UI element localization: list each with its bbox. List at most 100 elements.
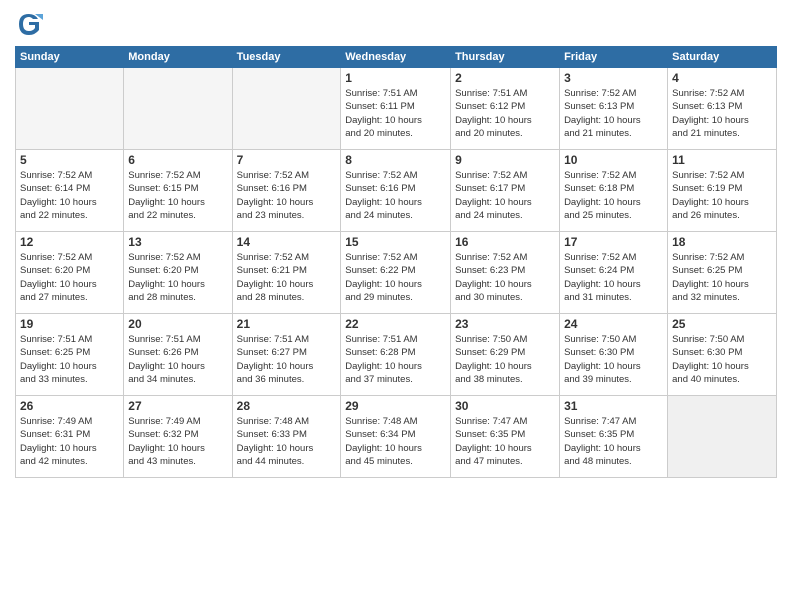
week-row-2: 5 Sunrise: 7:52 AM Sunset: 6:14 PM Daylig… xyxy=(16,150,777,232)
day-cell: 17 Sunrise: 7:52 AM Sunset: 6:24 PM Dayli… xyxy=(560,232,668,314)
day-number: 29 xyxy=(345,399,446,413)
day-info: Sunrise: 7:52 AM Sunset: 6:17 PM Dayligh… xyxy=(455,169,555,222)
day-info: Sunrise: 7:48 AM Sunset: 6:33 PM Dayligh… xyxy=(237,415,337,468)
page: SundayMondayTuesdayWednesdayThursdayFrid… xyxy=(0,0,792,612)
day-info: Sunrise: 7:52 AM Sunset: 6:16 PM Dayligh… xyxy=(345,169,446,222)
day-number: 31 xyxy=(564,399,663,413)
day-info: Sunrise: 7:51 AM Sunset: 6:11 PM Dayligh… xyxy=(345,87,446,140)
day-number: 8 xyxy=(345,153,446,167)
day-info: Sunrise: 7:51 AM Sunset: 6:28 PM Dayligh… xyxy=(345,333,446,386)
day-info: Sunrise: 7:52 AM Sunset: 6:25 PM Dayligh… xyxy=(672,251,772,304)
day-info: Sunrise: 7:52 AM Sunset: 6:20 PM Dayligh… xyxy=(20,251,119,304)
day-cell: 13 Sunrise: 7:52 AM Sunset: 6:20 PM Dayli… xyxy=(124,232,232,314)
day-number: 30 xyxy=(455,399,555,413)
weekday-header-row: SundayMondayTuesdayWednesdayThursdayFrid… xyxy=(16,47,777,68)
day-cell: 19 Sunrise: 7:51 AM Sunset: 6:25 PM Dayli… xyxy=(16,314,124,396)
day-info: Sunrise: 7:51 AM Sunset: 6:25 PM Dayligh… xyxy=(20,333,119,386)
day-number: 10 xyxy=(564,153,663,167)
weekday-header-wednesday: Wednesday xyxy=(341,47,451,68)
calendar: SundayMondayTuesdayWednesdayThursdayFrid… xyxy=(15,46,777,478)
day-cell: 4 Sunrise: 7:52 AM Sunset: 6:13 PM Daylig… xyxy=(668,68,777,150)
day-cell: 16Sunrise: 7:52 AM Sunset: 6:23 PM Dayli… xyxy=(451,232,560,314)
day-cell: 14 Sunrise: 7:52 AM Sunset: 6:21 PM Dayli… xyxy=(232,232,341,314)
weekday-header-thursday: Thursday xyxy=(451,47,560,68)
day-number: 20 xyxy=(128,317,227,331)
day-cell: 11Sunrise: 7:52 AM Sunset: 6:19 PM Dayli… xyxy=(668,150,777,232)
day-info: Sunrise: 7:50 AM Sunset: 6:30 PM Dayligh… xyxy=(564,333,663,386)
header xyxy=(15,10,777,38)
day-cell: 22 Sunrise: 7:51 AM Sunset: 6:28 PM Dayli… xyxy=(341,314,451,396)
day-cell: 18 Sunrise: 7:52 AM Sunset: 6:25 PM Dayli… xyxy=(668,232,777,314)
day-number: 14 xyxy=(237,235,337,249)
day-cell: 10 Sunrise: 7:52 AM Sunset: 6:18 PM Dayli… xyxy=(560,150,668,232)
day-cell: 24 Sunrise: 7:50 AM Sunset: 6:30 PM Dayli… xyxy=(560,314,668,396)
day-info: Sunrise: 7:52 AM Sunset: 6:15 PM Dayligh… xyxy=(128,169,227,222)
day-cell: 29 Sunrise: 7:48 AM Sunset: 6:34 PM Dayli… xyxy=(341,396,451,478)
day-cell: 30Sunrise: 7:47 AM Sunset: 6:35 PM Dayli… xyxy=(451,396,560,478)
day-cell: 9Sunrise: 7:52 AM Sunset: 6:17 PM Daylig… xyxy=(451,150,560,232)
logo xyxy=(15,10,45,38)
day-cell: 6 Sunrise: 7:52 AM Sunset: 6:15 PM Daylig… xyxy=(124,150,232,232)
day-number: 12 xyxy=(20,235,119,249)
day-info: Sunrise: 7:52 AM Sunset: 6:16 PM Dayligh… xyxy=(237,169,337,222)
day-number: 28 xyxy=(237,399,337,413)
day-info: Sunrise: 7:52 AM Sunset: 6:13 PM Dayligh… xyxy=(672,87,772,140)
weekday-header-saturday: Saturday xyxy=(668,47,777,68)
week-row-1: 1Sunrise: 7:51 AM Sunset: 6:11 PM Daylig… xyxy=(16,68,777,150)
day-cell: 23 Sunrise: 7:50 AM Sunset: 6:29 PM Dayli… xyxy=(451,314,560,396)
day-number: 25 xyxy=(672,317,772,331)
day-info: Sunrise: 7:52 AM Sunset: 6:21 PM Dayligh… xyxy=(237,251,337,304)
day-info: Sunrise: 7:52 AM Sunset: 6:13 PM Dayligh… xyxy=(564,87,663,140)
day-number: 4 xyxy=(672,71,772,85)
day-number: 18 xyxy=(672,235,772,249)
week-row-3: 12 Sunrise: 7:52 AM Sunset: 6:20 PM Dayli… xyxy=(16,232,777,314)
day-info: Sunrise: 7:47 AM Sunset: 6:35 PM Dayligh… xyxy=(564,415,663,468)
day-cell: 1Sunrise: 7:51 AM Sunset: 6:11 PM Daylig… xyxy=(341,68,451,150)
day-number: 22 xyxy=(345,317,446,331)
week-row-4: 19 Sunrise: 7:51 AM Sunset: 6:25 PM Dayli… xyxy=(16,314,777,396)
day-cell: 27Sunrise: 7:49 AM Sunset: 6:32 PM Dayli… xyxy=(124,396,232,478)
day-number: 23 xyxy=(455,317,555,331)
day-number: 27 xyxy=(128,399,227,413)
day-info: Sunrise: 7:51 AM Sunset: 6:12 PM Dayligh… xyxy=(455,87,555,140)
day-number: 24 xyxy=(564,317,663,331)
day-info: Sunrise: 7:52 AM Sunset: 6:23 PM Dayligh… xyxy=(455,251,555,304)
day-info: Sunrise: 7:52 AM Sunset: 6:14 PM Dayligh… xyxy=(20,169,119,222)
day-info: Sunrise: 7:51 AM Sunset: 6:27 PM Dayligh… xyxy=(237,333,337,386)
day-cell: 3 Sunrise: 7:52 AM Sunset: 6:13 PM Daylig… xyxy=(560,68,668,150)
day-cell: 15Sunrise: 7:52 AM Sunset: 6:22 PM Dayli… xyxy=(341,232,451,314)
weekday-header-friday: Friday xyxy=(560,47,668,68)
day-cell: 8 Sunrise: 7:52 AM Sunset: 6:16 PM Daylig… xyxy=(341,150,451,232)
day-cell: 31 Sunrise: 7:47 AM Sunset: 6:35 PM Dayli… xyxy=(560,396,668,478)
day-cell: 5 Sunrise: 7:52 AM Sunset: 6:14 PM Daylig… xyxy=(16,150,124,232)
day-info: Sunrise: 7:50 AM Sunset: 6:30 PM Dayligh… xyxy=(672,333,772,386)
day-number: 17 xyxy=(564,235,663,249)
day-cell: 25 Sunrise: 7:50 AM Sunset: 6:30 PM Dayli… xyxy=(668,314,777,396)
day-number: 5 xyxy=(20,153,119,167)
day-info: Sunrise: 7:48 AM Sunset: 6:34 PM Dayligh… xyxy=(345,415,446,468)
day-number: 19 xyxy=(20,317,119,331)
day-info: Sunrise: 7:50 AM Sunset: 6:29 PM Dayligh… xyxy=(455,333,555,386)
logo-icon xyxy=(15,10,43,38)
day-cell: 12 Sunrise: 7:52 AM Sunset: 6:20 PM Dayli… xyxy=(16,232,124,314)
day-cell: 21Sunrise: 7:51 AM Sunset: 6:27 PM Dayli… xyxy=(232,314,341,396)
day-cell: 26Sunrise: 7:49 AM Sunset: 6:31 PM Dayli… xyxy=(16,396,124,478)
day-info: Sunrise: 7:52 AM Sunset: 6:18 PM Dayligh… xyxy=(564,169,663,222)
day-info: Sunrise: 7:52 AM Sunset: 6:24 PM Dayligh… xyxy=(564,251,663,304)
weekday-header-sunday: Sunday xyxy=(16,47,124,68)
weekday-header-tuesday: Tuesday xyxy=(232,47,341,68)
weekday-header-monday: Monday xyxy=(124,47,232,68)
day-cell xyxy=(16,68,124,150)
day-cell xyxy=(668,396,777,478)
day-number: 3 xyxy=(564,71,663,85)
day-info: Sunrise: 7:52 AM Sunset: 6:19 PM Dayligh… xyxy=(672,169,772,222)
day-info: Sunrise: 7:52 AM Sunset: 6:22 PM Dayligh… xyxy=(345,251,446,304)
day-cell xyxy=(232,68,341,150)
day-number: 13 xyxy=(128,235,227,249)
day-info: Sunrise: 7:49 AM Sunset: 6:31 PM Dayligh… xyxy=(20,415,119,468)
day-number: 7 xyxy=(237,153,337,167)
day-info: Sunrise: 7:52 AM Sunset: 6:20 PM Dayligh… xyxy=(128,251,227,304)
day-number: 6 xyxy=(128,153,227,167)
day-number: 2 xyxy=(455,71,555,85)
day-cell: 20Sunrise: 7:51 AM Sunset: 6:26 PM Dayli… xyxy=(124,314,232,396)
